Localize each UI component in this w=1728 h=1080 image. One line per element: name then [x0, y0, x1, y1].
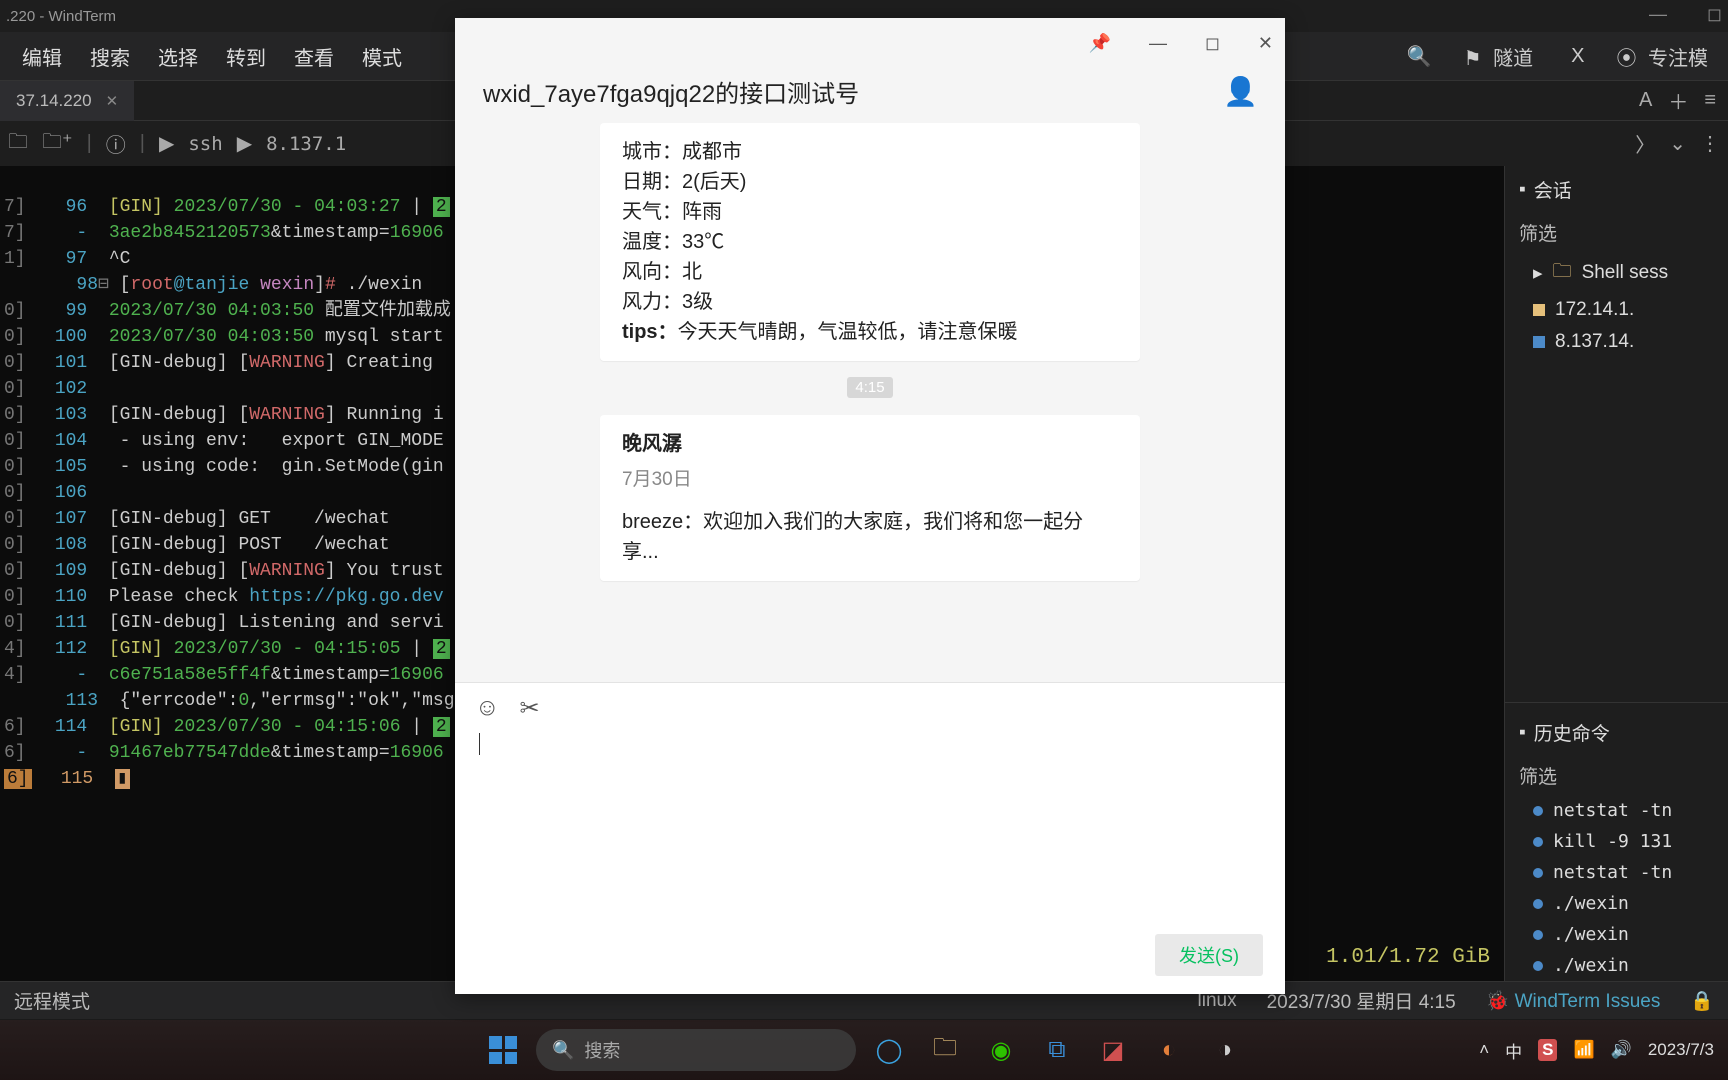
chat-body[interactable]: 城市：成都市 日期：2(后天) 天气：阵雨 温度：33℃ 风向：北 风力：3级 … — [455, 123, 1285, 682]
scissors-icon[interactable]: ✂ — [520, 694, 540, 723]
message-timestamp: 4:15 — [475, 379, 1265, 397]
wifi-icon[interactable]: 📶 — [1573, 1040, 1594, 1060]
explorer-icon[interactable]: 🗀 — [922, 1027, 968, 1073]
article-date: 7月30日 — [622, 465, 1118, 495]
send-button[interactable]: 发送(S) — [1155, 934, 1263, 976]
chat-input[interactable] — [455, 733, 1285, 934]
menu-mode[interactable]: 模式 — [348, 36, 416, 77]
menu-search[interactable]: 搜索 — [76, 36, 144, 77]
pin-icon[interactable]: 📌 — [1089, 33, 1111, 54]
menu-view[interactable]: 查看 — [280, 36, 348, 77]
folder-icon[interactable]: 🗀 — [8, 127, 28, 161]
obs-icon[interactable]: ◑ — [1202, 1027, 1248, 1073]
right-panel: ▪ 会话 筛选 ▸ 🗀 Shell sess 172.14.1. 8.137.1… — [1504, 166, 1728, 981]
issues-link[interactable]: 🐞 WindTerm Issues — [1486, 989, 1661, 1013]
history-item[interactable]: ./wexin — [1505, 950, 1728, 981]
play-icon[interactable]: ▶ — [159, 131, 174, 156]
search-icon: 🔍 — [552, 1040, 574, 1061]
history-item[interactable]: netstat -tn — [1505, 795, 1728, 826]
focus-mode-button[interactable]: ⦿ 专注模 — [1610, 40, 1720, 73]
protocol-label: ssh — [188, 133, 222, 155]
taskbar-search[interactable]: 🔍 搜索 — [536, 1029, 856, 1071]
search-icon[interactable]: 🔍 — [1401, 42, 1438, 71]
vscode-icon[interactable]: ⧉ — [1034, 1027, 1080, 1073]
history-panel-title: ▪ 历史命令 — [1505, 709, 1728, 756]
more-icon[interactable]: ⋮ — [1700, 131, 1720, 156]
history-item[interactable]: ./wexin — [1505, 919, 1728, 950]
lock-icon[interactable]: 🔒 — [1690, 989, 1714, 1013]
search-placeholder: 搜索 — [584, 1037, 620, 1063]
chevron-right-icon: ▶ — [237, 131, 252, 156]
chat-title: wxid_7aye7fga9qjq22的接口测试号 — [483, 74, 859, 109]
wechat-icon[interactable]: ◉ — [978, 1027, 1024, 1073]
sessions-filter[interactable]: 筛选 — [1505, 213, 1728, 252]
taskbar-date: 2023/7/3 — [1648, 1040, 1714, 1060]
menu-goto[interactable]: 转到 — [212, 36, 280, 77]
folder-add-icon[interactable]: 🗀⁺ — [42, 127, 73, 161]
maximize-icon[interactable]: ◻ — [1205, 33, 1220, 54]
article-title: 晚风潺 — [622, 429, 1118, 459]
chat-input-area: ☺ ✂ 发送(S) — [455, 682, 1285, 994]
history-item[interactable]: ./wexin — [1505, 888, 1728, 919]
emoji-icon[interactable]: ☺ — [475, 694, 500, 722]
start-button[interactable] — [480, 1027, 526, 1073]
memory-status: 1.01/1.72 GiB — [1326, 945, 1490, 971]
add-tab-button[interactable]: ＋ — [1668, 86, 1688, 115]
article-card[interactable]: 晚风潺 7月30日 breeze：欢迎加入我们的大家庭，我们将和您一起分享... — [600, 415, 1140, 581]
tunnel-button[interactable]: ⚑ 隧道 — [1458, 40, 1546, 73]
host-label: 8.137.1 — [266, 133, 346, 155]
close-icon[interactable]: ✕ — [106, 92, 119, 110]
tray-chevron-icon[interactable]: ˄ — [1479, 1040, 1489, 1060]
article-summary: breeze：欢迎加入我们的大家庭，我们将和您一起分享... — [622, 507, 1118, 567]
info-icon[interactable]: ⓘ — [106, 129, 126, 158]
menu-select[interactable]: 选择 — [144, 36, 212, 77]
session-host[interactable]: 8.137.14. — [1505, 326, 1728, 358]
session-host[interactable]: 172.14.1. — [1505, 294, 1728, 326]
session-tab[interactable]: 37.14.220 ✕ — [0, 81, 134, 121]
volume-icon[interactable]: 🔊 — [1611, 1040, 1632, 1060]
app-icon[interactable]: ◐ — [1146, 1027, 1192, 1073]
edge-icon[interactable]: ◯ — [866, 1027, 912, 1073]
taskbar: 🔍 搜索 ◯ 🗀 ◉ ⧉ ◪ ◐ ◑ ˄ 中 S 📶 🔊 2023/7/3 — [0, 1020, 1728, 1080]
weather-card[interactable]: 城市：成都市 日期：2(后天) 天气：阵雨 温度：33℃ 风向：北 风力：3级 … — [600, 123, 1140, 361]
contact-icon[interactable]: 👤 — [1223, 75, 1257, 109]
chat-titlebar[interactable]: 📌 — ◻ ✕ — [455, 18, 1285, 68]
ime-indicator[interactable]: 中 — [1505, 1038, 1522, 1063]
nav-forward-icon[interactable]: 〉 — [1635, 129, 1655, 158]
history-filter[interactable]: 筛选 — [1505, 756, 1728, 795]
x-button[interactable]: X — [1565, 43, 1590, 70]
history-item[interactable]: kill -9 131 — [1505, 826, 1728, 857]
status-mode: 远程模式 — [14, 987, 90, 1014]
maximize-icon[interactable]: ◻ — [1707, 4, 1722, 25]
chat-window: 📌 — ◻ ✕ wxid_7aye7fga9qjq22的接口测试号 👤 城市：成… — [455, 18, 1285, 994]
minimize-icon[interactable]: — — [1149, 33, 1167, 54]
minimize-icon[interactable]: — — [1649, 4, 1667, 25]
status-datetime: 2023/7/30 星期日 4:15 — [1267, 987, 1456, 1014]
chevron-down-icon[interactable]: ⌄ — [1669, 131, 1686, 156]
tab-label: 37.14.220 — [16, 91, 92, 111]
app-icon[interactable]: ◪ — [1090, 1027, 1136, 1073]
sessions-panel-title: ▪ 会话 — [1505, 166, 1728, 213]
history-item[interactable]: netstat -tn — [1505, 857, 1728, 888]
close-icon[interactable]: ✕ — [1258, 33, 1273, 54]
font-size-button[interactable]: A — [1639, 89, 1652, 112]
window-title: .220 - WindTerm — [6, 8, 116, 25]
menu-edit[interactable]: 编辑 — [8, 36, 76, 77]
chat-header: wxid_7aye7fga9qjq22的接口测试号 👤 — [455, 68, 1285, 123]
session-tree-root[interactable]: ▸ 🗀 Shell sess — [1505, 252, 1728, 294]
tab-menu-button[interactable]: ≡ — [1704, 89, 1716, 112]
ime-app-icon[interactable]: S — [1538, 1039, 1557, 1061]
